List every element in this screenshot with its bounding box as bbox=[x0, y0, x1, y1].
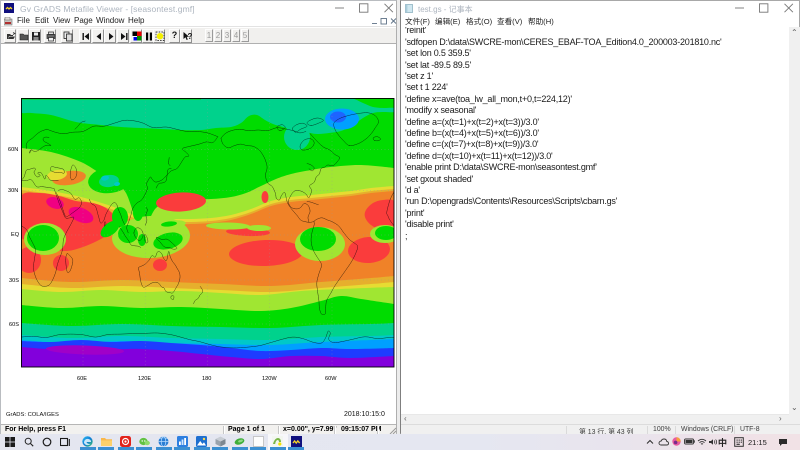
svg-text:?: ? bbox=[188, 32, 193, 41]
